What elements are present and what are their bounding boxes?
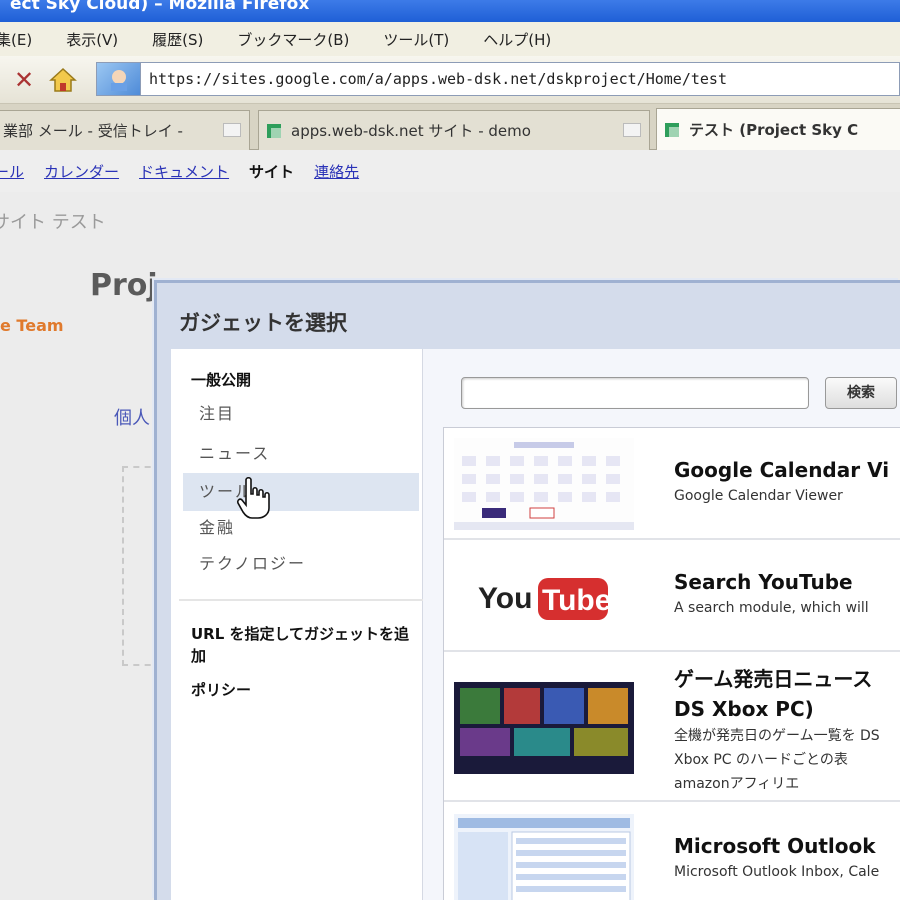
tab-label: apps.web-dsk.net サイト - demo xyxy=(291,122,531,140)
gadget-title[interactable]: Google Calendar Vi xyxy=(674,458,889,482)
address-bar[interactable]: https://sites.google.com/a/apps.web-dsk.… xyxy=(96,62,900,96)
tab-label: テスト (Project Sky C xyxy=(689,121,859,139)
tab-close-icon[interactable] xyxy=(623,123,641,137)
nav-link-docs[interactable]: ドキュメント xyxy=(139,161,229,182)
menu-help[interactable]: ヘルプ(H) xyxy=(483,29,551,50)
home-icon[interactable] xyxy=(48,65,78,95)
tab-sites-demo[interactable]: apps.web-dsk.net サイト - demo xyxy=(258,110,650,150)
gadget-title[interactable]: Search YouTube xyxy=(674,570,853,594)
stop-icon[interactable]: ✕ xyxy=(4,66,44,94)
dialog-body: 一般公開 注目 ニュース ツール 金融 テクノロジー URL を指定してガジェッ… xyxy=(171,349,900,900)
gadget-dialog: ガジェットを選択 一般公開 注目 ニュース ツール 金融 テクノロジー URL … xyxy=(154,280,900,900)
menu-history[interactable]: 履歴(S) xyxy=(152,29,203,50)
tab-test-active[interactable]: テスト (Project Sky C xyxy=(656,108,900,150)
tab-label: 業部 メール - 受信トレイ - xyxy=(3,122,183,140)
menu-view[interactable]: 表示(V) xyxy=(66,29,118,50)
category-tools[interactable]: ツール xyxy=(183,473,419,511)
team-link[interactable]: e Team xyxy=(0,316,64,335)
menu-tools[interactable]: ツール(T) xyxy=(383,29,449,50)
breadcrumb: サイト テスト xyxy=(0,212,106,233)
gadget-description: Microsoft Outlook Inbox, Cale xyxy=(674,864,880,880)
nav-link-contacts[interactable]: 連絡先 xyxy=(314,161,359,182)
nav-toolbar: ✕ https://sites.google.com/a/apps.web-ds… xyxy=(0,56,900,104)
gadget-result[interactable]: You Tube Search YouTube A search module,… xyxy=(444,540,900,652)
category-sidebar: 一般公開 注目 ニュース ツール 金融 テクノロジー URL を指定してガジェッ… xyxy=(171,349,423,900)
menu-bookmarks[interactable]: ブックマーク(B) xyxy=(237,29,349,50)
youtube-logo-thumbnail: You Tube xyxy=(454,550,634,642)
category-finance[interactable]: 金融 xyxy=(183,509,419,547)
search-button[interactable]: 検索 xyxy=(825,377,897,409)
svg-text:You: You xyxy=(478,582,532,615)
tab-bar: 業部 メール - 受信トレイ - apps.web-dsk.net サイト - … xyxy=(0,104,900,150)
google-apps-nav: ール カレンダー ドキュメント サイト 連絡先 xyxy=(0,150,900,192)
category-news[interactable]: ニュース xyxy=(183,435,419,473)
tab-mail[interactable]: 業部 メール - 受信トレイ - xyxy=(0,110,250,150)
nav-current-sites: サイト xyxy=(249,162,295,181)
window-title: ect Sky Cloud) – Mozilla Firefox xyxy=(10,0,310,14)
gadget-search-input[interactable] xyxy=(461,377,809,409)
svg-text:Tube: Tube xyxy=(542,584,611,617)
calendar-thumbnail xyxy=(454,438,634,530)
gadget-description: A search module, which will xyxy=(674,600,869,616)
gadget-description: Google Calendar Viewer xyxy=(674,488,843,504)
menu-edit[interactable]: 集(E) xyxy=(0,29,32,50)
gadget-title[interactable]: ゲーム発売日ニュース DS Xbox PC) xyxy=(674,664,900,724)
nav-link-mail[interactable]: ール xyxy=(0,161,24,182)
menu-bar: 集(E) 表示(V) 履歴(S) ブックマーク(B) ツール(T) ヘルプ(H) xyxy=(0,22,900,56)
window-titlebar: ect Sky Cloud) – Mozilla Firefox xyxy=(0,0,900,22)
gadget-result[interactable]: ゲーム発売日ニュース DS Xbox PC) 全機が発売日のゲーム一覧を DS … xyxy=(444,652,900,802)
add-gadget-by-url-link[interactable]: URL を指定してガジェットを追加 xyxy=(191,623,411,667)
section-title-public: 一般公開 xyxy=(191,371,252,389)
site-identity-icon[interactable] xyxy=(97,63,141,95)
gadget-title[interactable]: Microsoft Outlook xyxy=(674,834,876,858)
personal-text: 個人 xyxy=(114,408,150,429)
game-thumbnail xyxy=(454,682,634,774)
gadget-results-list: Google Calendar Vi Google Calendar Viewe… xyxy=(443,427,900,900)
gadget-description: 全機が発売日のゲーム一覧を DS Xbox PC のハードごとの表 amazon… xyxy=(674,728,880,792)
outlook-thumbnail xyxy=(454,814,634,900)
gadget-result[interactable]: Google Calendar Vi Google Calendar Viewe… xyxy=(444,428,900,540)
category-featured[interactable]: 注目 xyxy=(183,395,419,433)
sidebar-divider xyxy=(179,599,423,601)
policy-link[interactable]: ポリシー xyxy=(191,679,251,700)
hand-cursor-icon xyxy=(237,476,270,519)
dialog-title: ガジェットを選択 xyxy=(179,311,347,335)
nav-link-calendar[interactable]: カレンダー xyxy=(44,161,119,182)
gadget-result[interactable]: Microsoft Outlook Microsoft Outlook Inbo… xyxy=(444,804,900,900)
sites-favicon xyxy=(665,122,679,137)
page-title: Proj xyxy=(90,268,158,303)
tab-close-icon[interactable] xyxy=(223,123,241,137)
sites-favicon xyxy=(267,123,281,138)
category-technology[interactable]: テクノロジー xyxy=(183,545,419,583)
url-text: https://sites.google.com/a/apps.web-dsk.… xyxy=(149,70,727,88)
